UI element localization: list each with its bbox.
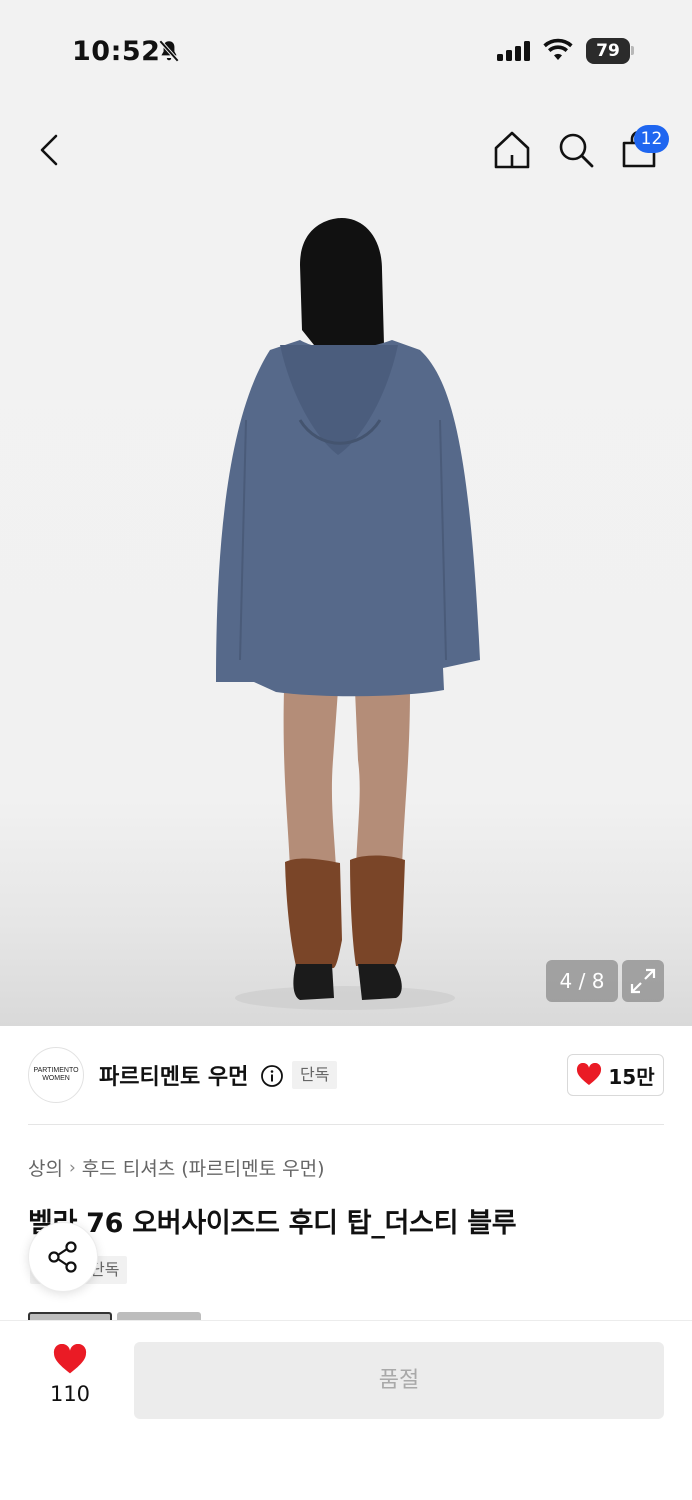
brand-logo[interactable]: PARTIMENTO WOMEN bbox=[28, 1047, 84, 1103]
share-icon bbox=[48, 1241, 77, 1273]
share-button[interactable] bbox=[28, 1222, 98, 1292]
breadcrumb-item[interactable]: 후드 티셔츠 (파르티멘토 우먼) bbox=[82, 1154, 325, 1181]
search-icon bbox=[559, 133, 594, 168]
expand-image-button[interactable] bbox=[622, 960, 664, 1002]
product-image-gallery[interactable]: 10:52 79 12 4 / 8 bbox=[0, 0, 692, 1026]
battery-indicator: 79 bbox=[586, 38, 630, 64]
brand-name[interactable]: 파르티멘토 우먼 bbox=[99, 1059, 248, 1091]
bell-slash-icon bbox=[158, 39, 180, 63]
image-counter: 4 / 8 bbox=[546, 960, 618, 1002]
brand-logo-text: PARTIMENTO WOMEN bbox=[33, 1067, 79, 1082]
info-icon[interactable] bbox=[260, 1064, 284, 1088]
back-icon bbox=[40, 134, 58, 166]
exclusive-badge: 단독 bbox=[292, 1061, 338, 1089]
product-photo bbox=[216, 218, 480, 1010]
chevron-right-icon: › bbox=[68, 1157, 76, 1178]
product-title: 벨라 76 오버사이즈드 후디 탑_더스티 블루 bbox=[28, 1208, 517, 1239]
back-button[interactable] bbox=[30, 128, 70, 172]
search-button[interactable] bbox=[554, 128, 598, 172]
brand-like-count: 15만 bbox=[608, 1064, 655, 1089]
heart-icon bbox=[577, 1063, 602, 1085]
signal-icon bbox=[497, 41, 530, 61]
sold-out-button: 품절 bbox=[134, 1342, 664, 1419]
cart-count-badge: 12 bbox=[634, 125, 669, 153]
home-icon bbox=[494, 131, 530, 169]
status-time: 10:52 bbox=[72, 36, 161, 67]
divider bbox=[28, 1124, 664, 1125]
breadcrumb: 상의 › 후드 티셔츠 (파르티멘토 우먼) bbox=[28, 1154, 325, 1181]
breadcrumb-item[interactable]: 상의 bbox=[28, 1154, 63, 1181]
wishlist-count: 110 bbox=[49, 1382, 91, 1406]
expand-icon bbox=[630, 968, 656, 994]
wishlist-button[interactable]: 110 bbox=[38, 1343, 102, 1406]
brand-like-button[interactable]: 15만 bbox=[567, 1054, 664, 1096]
home-button[interactable] bbox=[490, 128, 534, 172]
status-bar: 10:52 79 bbox=[0, 0, 692, 100]
heart-icon bbox=[53, 1343, 87, 1374]
battery-tip bbox=[631, 46, 634, 55]
wifi-icon bbox=[543, 38, 573, 60]
